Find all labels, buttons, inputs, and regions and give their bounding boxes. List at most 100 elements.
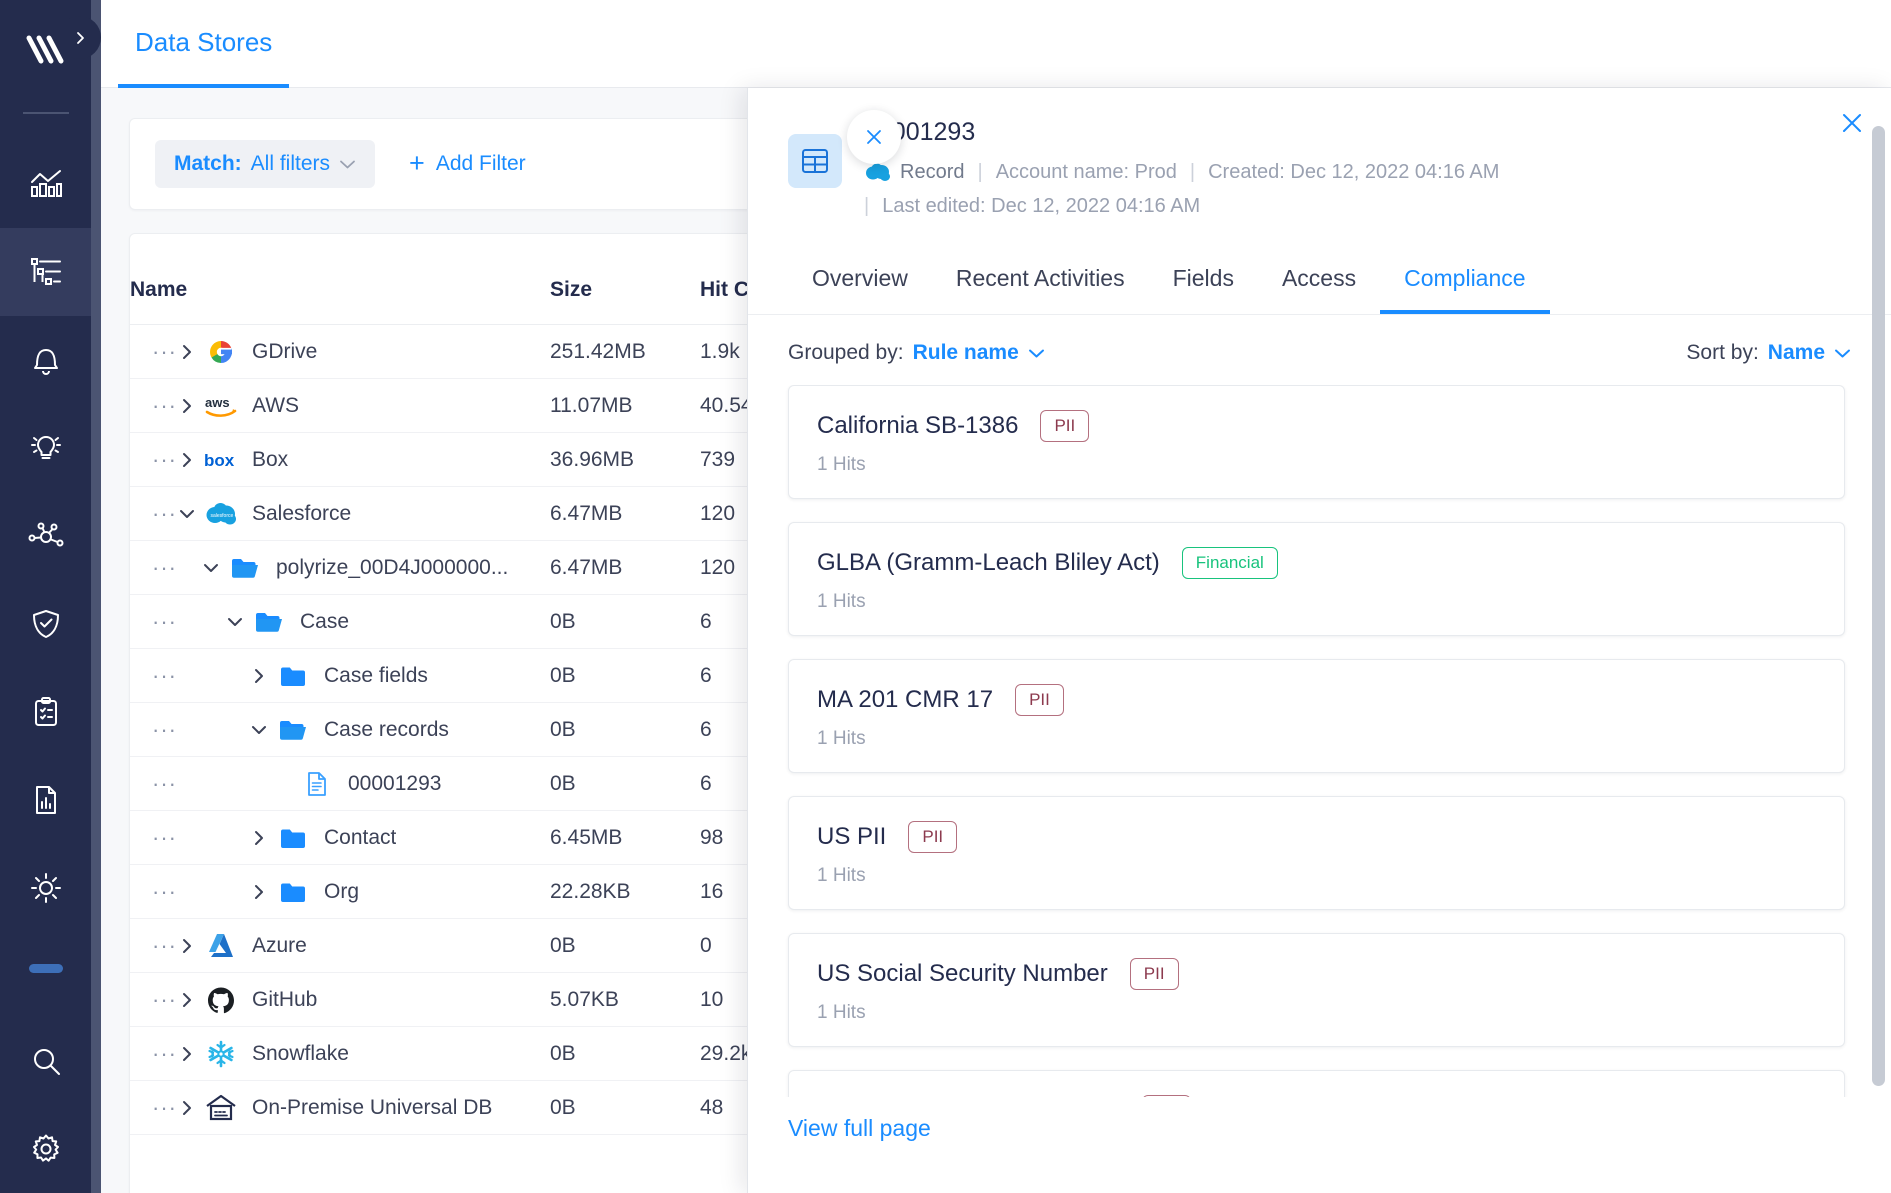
rail-item-tasks[interactable] [0, 668, 91, 756]
row-name-label: GDrive [252, 339, 318, 363]
panel-tab-overview[interactable]: Overview [788, 253, 932, 314]
row-name-label: Box [252, 447, 289, 471]
panel-scrollbar[interactable] [1872, 126, 1885, 1086]
chevron-right-icon[interactable] [246, 882, 272, 902]
record-account-label: Account name: Prod [995, 161, 1177, 183]
rail-item-analytics[interactable] [0, 140, 91, 228]
rail-item-graph[interactable] [0, 492, 91, 580]
compliance-card[interactable]: GLBA (Gramm-Leach Bliley Act) Financial 1 … [788, 522, 1845, 636]
chevron-down-icon [340, 160, 355, 168]
grouped-by-control[interactable]: Grouped by: Rule name [788, 341, 1045, 365]
row-actions-icon[interactable]: ··· [130, 555, 176, 581]
row-actions-icon[interactable]: ··· [130, 501, 176, 527]
cell-name: ··· Snowflake [130, 1026, 550, 1081]
rail-expand-toggle[interactable] [58, 16, 101, 59]
chevron-down-icon[interactable] [222, 612, 248, 632]
chevron-right-icon[interactable] [174, 1044, 200, 1064]
rail-item-theme[interactable] [0, 844, 91, 932]
compliance-rule-name: California SB-1386 [817, 412, 1019, 439]
chevron-right-icon[interactable] [174, 936, 200, 956]
chevron-right-icon[interactable] [174, 990, 200, 1010]
compliance-card[interactable]: MA 201 CMR 17 PII 1 Hits [788, 659, 1845, 773]
row-actions-icon[interactable]: ··· [130, 1041, 176, 1067]
view-full-page-link[interactable]: View full page [748, 1097, 1891, 1160]
row-actions-icon[interactable]: ··· [130, 825, 176, 851]
row-actions-icon[interactable]: ··· [130, 609, 176, 635]
rail-item-alerts[interactable] [0, 316, 91, 404]
cell-name: ··· On-Premise Universal DB [130, 1080, 550, 1135]
row-actions-icon[interactable]: ··· [130, 339, 176, 365]
chevron-down-icon[interactable] [198, 558, 224, 578]
chevron-down-icon[interactable] [174, 504, 200, 524]
chevron-right-icon[interactable] [174, 396, 200, 416]
close-x-icon [867, 130, 881, 144]
rail-item-reports[interactable] [0, 756, 91, 844]
row-name-label: Case [300, 609, 350, 633]
chevron-right-icon[interactable] [246, 828, 272, 848]
rail-item-policies[interactable] [0, 580, 91, 668]
panel-tab-fields[interactable]: Fields [1149, 253, 1258, 314]
grouping-controls: Grouped by: Rule name Sort by: Name [748, 315, 1891, 385]
row-actions-icon[interactable]: ··· [130, 393, 176, 419]
rail-item-insights[interactable] [0, 404, 91, 492]
panel-tab-access[interactable]: Access [1258, 253, 1380, 314]
rail-item-data-stores[interactable] [0, 228, 91, 316]
panel-tab-recent-activities[interactable]: Recent Activities [932, 253, 1149, 314]
chevron-down-icon [1028, 349, 1044, 357]
row-actions-icon[interactable]: ··· [130, 987, 176, 1013]
panel-header: 00001293 Record | Account name: Prod | C… [748, 88, 1891, 223]
chevron-right-icon[interactable] [174, 1098, 200, 1118]
rail-item-settings[interactable] [0, 1105, 91, 1193]
panel-tab-compliance[interactable]: Compliance [1380, 253, 1550, 314]
add-filter-button[interactable]: + Add Filter [409, 150, 526, 177]
salesforce-icon: salesforce [200, 502, 242, 526]
chevron-down-icon[interactable] [246, 720, 272, 740]
sort-by-control[interactable]: Sort by: Name [1686, 341, 1851, 365]
chevron-right-icon [76, 31, 84, 44]
row-actions-icon[interactable]: ··· [130, 717, 176, 743]
cell-name: ··· Case records [130, 702, 550, 757]
cell-size: 36.96MB [550, 432, 700, 487]
compliance-card[interactable]: US PII PII 1 Hits [788, 796, 1845, 910]
sort-by-value[interactable]: Name [1768, 341, 1825, 365]
cell-size: 0B [550, 702, 700, 757]
cell-size: 0B [550, 594, 700, 649]
row-actions-icon[interactable]: ··· [130, 879, 176, 905]
column-header-name[interactable]: Name [130, 234, 550, 325]
grouped-by-value[interactable]: Rule name [913, 341, 1019, 365]
folder-open-icon [248, 610, 290, 634]
cell-name: ··· Case fields [130, 648, 550, 703]
column-header-size[interactable]: Size [550, 234, 700, 325]
grouped-by-label: Grouped by: [788, 341, 904, 364]
cell-name: ··· box Box [130, 432, 550, 487]
compliance-hits-label: 1 Hits [817, 865, 866, 886]
compliance-card[interactable]: California SB-1386 PII 1 Hits [788, 385, 1845, 499]
row-actions-icon[interactable]: ··· [130, 447, 176, 473]
rail-item-search[interactable] [0, 1017, 91, 1105]
chevron-right-icon[interactable] [246, 666, 272, 686]
on-premise-db-icon [200, 1094, 242, 1122]
panel-close-button[interactable] [1839, 110, 1865, 141]
status-badge: PII [1040, 410, 1090, 442]
panel-tab-list: Overview Recent Activities Fields Access Com… [748, 253, 1891, 315]
cell-name: ··· Azure [130, 918, 550, 973]
row-actions-icon[interactable]: ··· [130, 933, 176, 959]
compliance-card-header: GLBA (Gramm-Leach Bliley Act) Financial [817, 547, 1816, 579]
compliance-rule-name: MA 201 CMR 17 [817, 686, 994, 713]
chevron-right-icon[interactable] [174, 342, 200, 362]
tab-data-stores[interactable]: Data Stores [118, 0, 290, 88]
compliance-card[interactable]: US Social Security NumbersPII1 Hits [788, 1070, 1845, 1097]
row-actions-icon[interactable]: ··· [130, 1095, 176, 1121]
panel-collapse-button[interactable] [847, 110, 901, 164]
match-filter-dropdown[interactable]: Match: All filters [155, 140, 376, 188]
row-actions-icon[interactable]: ··· [130, 663, 176, 689]
status-badge: PII [1015, 684, 1064, 716]
compliance-hits-label: 1 Hits [817, 728, 866, 749]
chevron-right-icon[interactable] [174, 450, 200, 470]
aws-icon: aws [200, 392, 242, 420]
compliance-card[interactable]: US Social Security Number PII 1 Hits [788, 933, 1845, 1047]
row-actions-icon[interactable]: ··· [130, 771, 176, 797]
folder-closed-icon [272, 664, 314, 688]
salesforce-icon [864, 163, 890, 182]
folder-open-icon [224, 556, 266, 580]
